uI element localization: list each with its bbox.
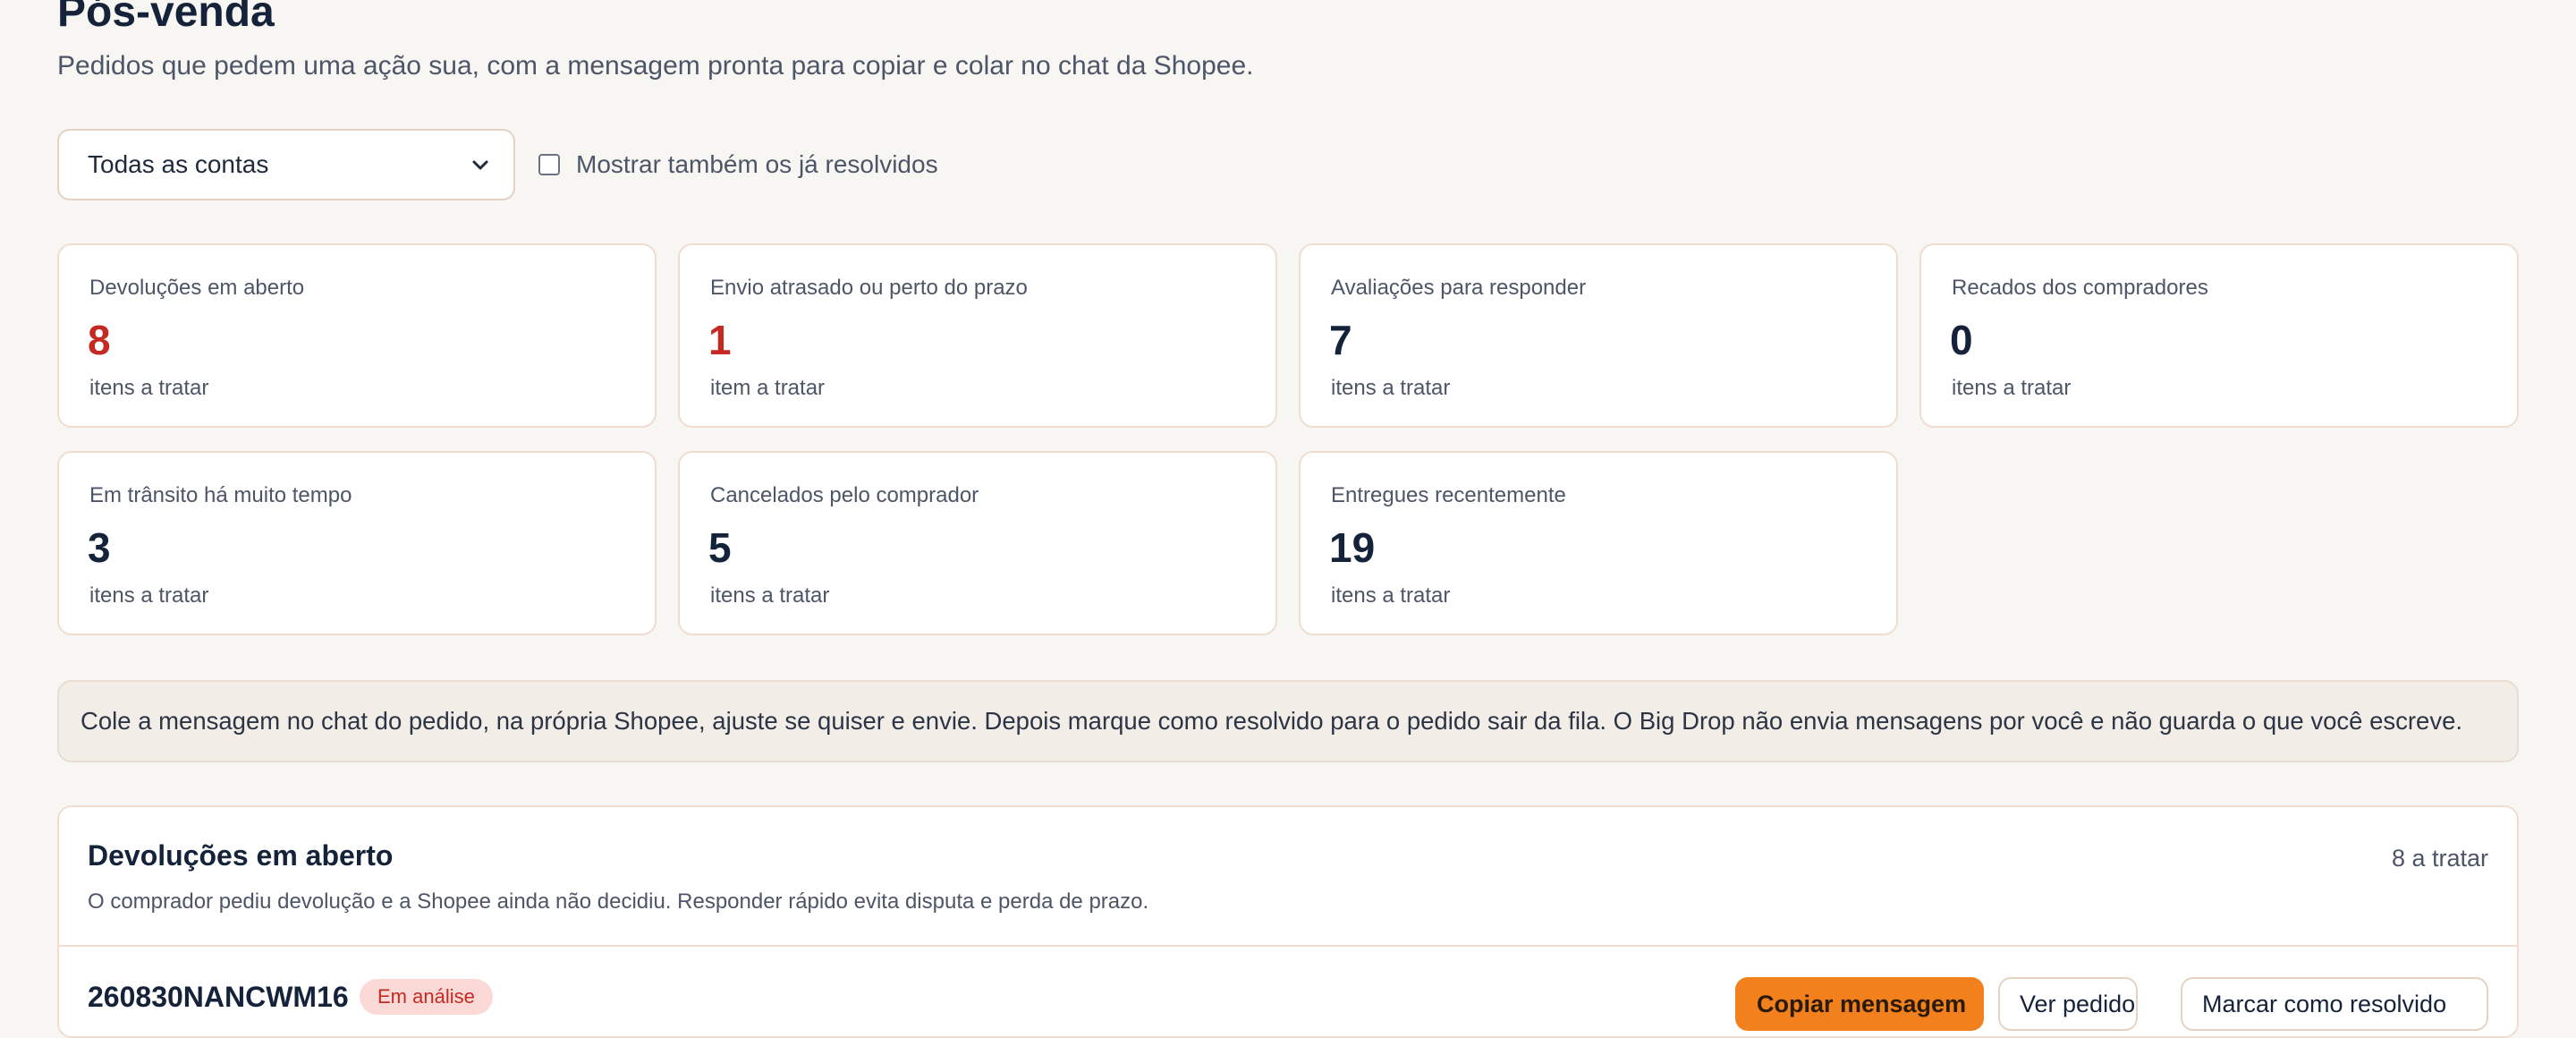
card-count: 8 xyxy=(88,317,111,363)
section-title: Devoluções em aberto xyxy=(88,839,394,872)
card-cancelled-by-buyer[interactable]: Cancelados pelo comprador 5 itens a trat… xyxy=(678,451,1277,635)
card-title: Entregues recentemente xyxy=(1331,483,1566,507)
section-count: 8 a tratar xyxy=(2391,845,2488,872)
card-unit: itens a tratar xyxy=(710,583,830,608)
show-resolved-checkbox[interactable] xyxy=(538,154,560,175)
card-count: 7 xyxy=(1329,317,1352,363)
copy-message-button[interactable]: Copiar mensagem xyxy=(1735,977,1984,1031)
card-title: Recados dos compradores xyxy=(1952,276,2208,300)
section-divider xyxy=(59,945,2517,947)
card-title: Avaliações para responder xyxy=(1331,276,1587,300)
card-reviews-to-answer[interactable]: Avaliações para responder 7 itens a trat… xyxy=(1299,243,1898,428)
returns-section: Devoluções em aberto 8 a tratar O compra… xyxy=(57,805,2519,1038)
card-late-shipping[interactable]: Envio atrasado ou perto do prazo 1 item … xyxy=(678,243,1277,428)
card-count: 1 xyxy=(708,317,732,363)
show-resolved-label: Mostrar também os já resolvidos xyxy=(576,150,938,178)
card-count: 3 xyxy=(88,524,111,571)
card-unit: itens a tratar xyxy=(89,376,209,400)
post-sale-page: Pós-venda Pedidos que pedem uma ação sua… xyxy=(0,0,2576,1038)
card-unit: itens a tratar xyxy=(1331,376,1451,400)
mark-resolved-button[interactable]: Marcar como resolvido xyxy=(2181,977,2488,1031)
show-resolved-toggle[interactable]: Mostrar também os já resolvidos xyxy=(538,150,938,179)
page-title: Pós-venda xyxy=(57,0,275,36)
card-title: Em trânsito há muito tempo xyxy=(89,483,352,507)
card-title: Devoluções em aberto xyxy=(89,276,305,300)
card-count: 0 xyxy=(1950,317,1973,363)
card-count: 19 xyxy=(1329,524,1376,571)
card-count: 5 xyxy=(708,524,732,571)
page-subtitle: Pedidos que pedem uma ação sua, com a me… xyxy=(57,51,1254,81)
card-open-returns[interactable]: Devoluções em aberto 8 itens a tratar xyxy=(57,243,657,428)
filters-bar: Todas as contas Mostrar também os já res… xyxy=(57,129,938,200)
chevron-down-icon xyxy=(472,160,488,170)
card-unit: itens a tratar xyxy=(89,583,209,608)
info-notice: Cole a mensagem no chat do pedido, na pr… xyxy=(57,680,2519,762)
section-description: O comprador pediu devolução e a Shopee a… xyxy=(88,889,1149,914)
order-id: 260830NANCWM16 xyxy=(88,981,349,1013)
status-badge: Em análise xyxy=(360,979,493,1015)
card-unit: itens a tratar xyxy=(1952,376,2072,400)
view-order-button[interactable]: Ver pedido xyxy=(1998,977,2138,1031)
account-select[interactable]: Todas as contas xyxy=(57,129,515,200)
account-select-value: Todas as contas xyxy=(88,150,269,178)
card-recently-delivered[interactable]: Entregues recentemente 19 itens a tratar xyxy=(1299,451,1898,635)
info-notice-text: Cole a mensagem no chat do pedido, na pr… xyxy=(80,707,2463,735)
card-unit: item a tratar xyxy=(710,376,826,400)
card-title: Envio atrasado ou perto do prazo xyxy=(710,276,1028,300)
card-buyer-messages[interactable]: Recados dos compradores 0 itens a tratar xyxy=(1919,243,2519,428)
card-long-in-transit[interactable]: Em trânsito há muito tempo 3 itens a tra… xyxy=(57,451,657,635)
card-unit: itens a tratar xyxy=(1331,583,1451,608)
card-title: Cancelados pelo comprador xyxy=(710,483,979,507)
